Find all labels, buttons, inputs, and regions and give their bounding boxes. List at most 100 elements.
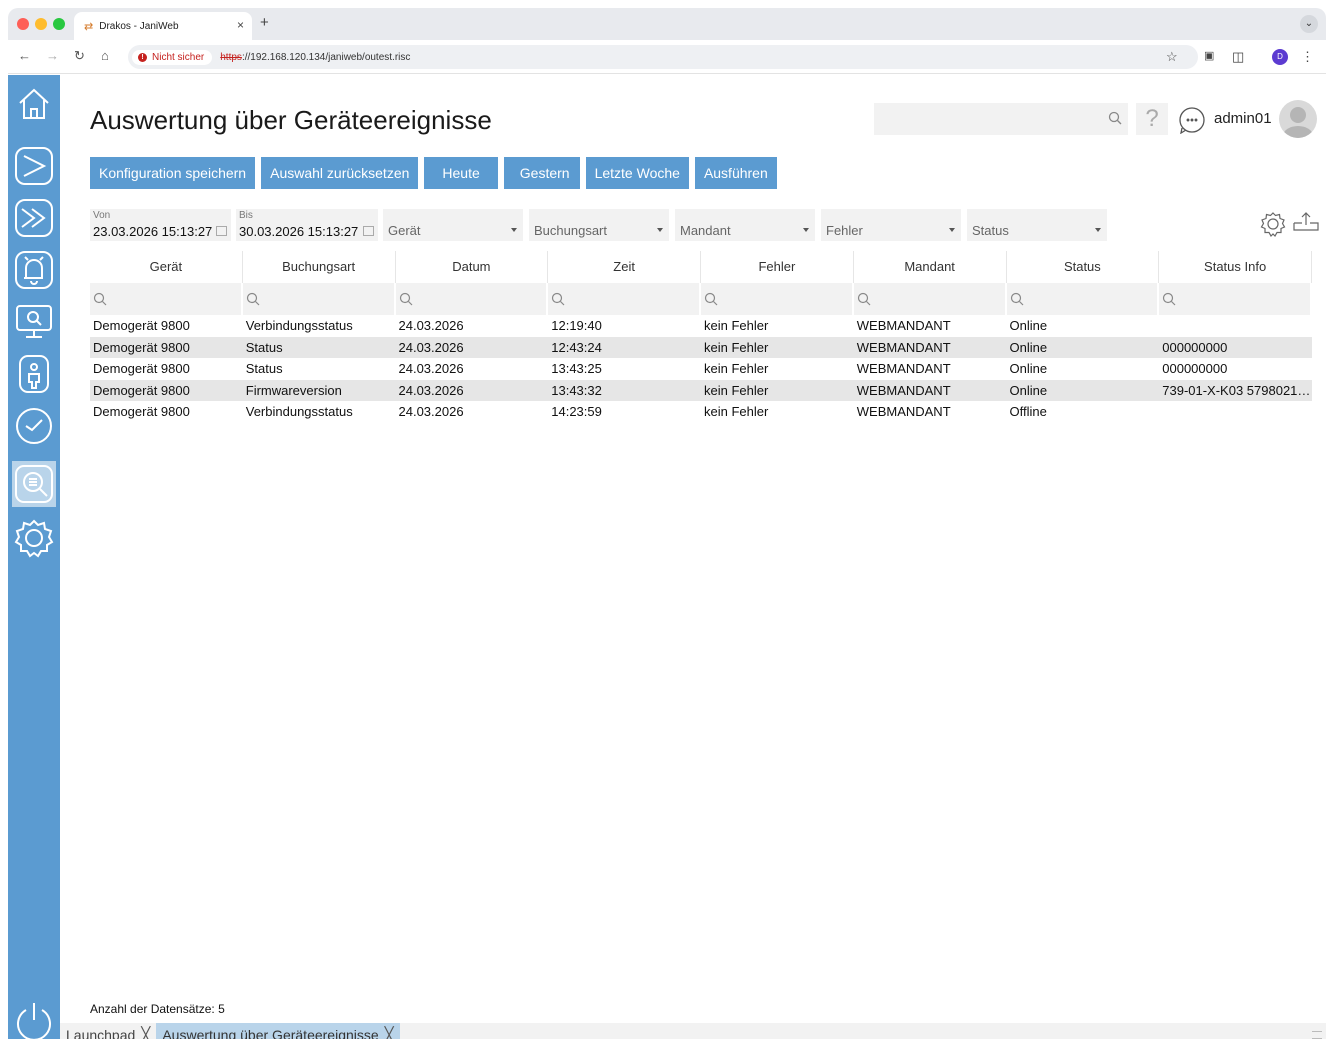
table-cell: kein Fehler xyxy=(704,361,769,377)
extension-icon[interactable]: ▣ xyxy=(1204,49,1214,62)
date-from-value: 23.03.2026 15:13:27 xyxy=(93,224,213,239)
grid-settings-icon[interactable] xyxy=(1260,211,1286,242)
url-scheme: https xyxy=(220,51,242,63)
home-icon[interactable] xyxy=(12,81,56,127)
table-cell: kein Fehler xyxy=(704,339,769,355)
maximize-window-button[interactable] xyxy=(53,18,65,30)
table-cell: 000000000 xyxy=(1162,339,1228,355)
new-tab-icon[interactable]: + xyxy=(260,14,269,31)
column-header-date[interactable]: Datum xyxy=(396,251,549,283)
column-filter-row xyxy=(90,283,1312,315)
chevron-down-icon xyxy=(949,228,955,232)
search-icon xyxy=(1108,111,1122,125)
table-row[interactable]: Demogerät 9800 Firmwareversion 24.03.2026 1… xyxy=(90,379,1312,401)
tab-launchpad-label: Launchpad xyxy=(66,1027,136,1039)
column-filter-input[interactable] xyxy=(90,283,241,315)
bookmark-star-icon[interactable]: ☆ xyxy=(1166,49,1178,65)
column-filter-input[interactable] xyxy=(242,283,394,315)
document-search-icon[interactable] xyxy=(12,461,56,507)
column-header-status[interactable]: Status xyxy=(1007,251,1160,283)
address-bar[interactable]: ! Nicht sicher https://192.168.120.134/j… xyxy=(128,45,1198,69)
profile-avatar[interactable]: D xyxy=(1272,49,1288,65)
calendar-icon[interactable] xyxy=(363,226,374,236)
close-tab-icon[interactable]: × xyxy=(237,18,244,32)
table-cell: 739-01-X-K03 57980210... xyxy=(1162,382,1312,398)
table-cell: WEBMANDANT xyxy=(856,361,951,377)
back-icon[interactable]: ← xyxy=(18,48,31,63)
browser-toolbar: ← → ↻ ⌂ ! Nicht sicher https://192.168.1… xyxy=(8,40,1326,74)
column-filter-input[interactable] xyxy=(395,283,547,315)
execute-button[interactable]: Ausführen xyxy=(694,157,777,189)
table-row[interactable]: Demogerät 9800 Status 24.03.2026 13:43:25 ke… xyxy=(90,358,1312,380)
column-filter-input[interactable] xyxy=(853,283,1005,315)
today-button[interactable]: Heute xyxy=(424,157,498,189)
error-dropdown[interactable]: Fehler xyxy=(821,209,961,241)
date-from-field[interactable]: Von 23.03.2026 15:13:27 xyxy=(90,209,231,241)
yesterday-button[interactable]: Gestern xyxy=(503,157,580,189)
chat-icon[interactable] xyxy=(1178,106,1206,139)
security-indicator[interactable]: ! Nicht sicher xyxy=(132,49,213,65)
puzzle-icon[interactable]: ◫ xyxy=(1232,49,1244,65)
forward-icon[interactable] xyxy=(12,195,56,241)
reset-selection-button[interactable]: Auswahl zurücksetzen xyxy=(261,157,419,189)
table-row[interactable]: Demogerät 9800 Verbindungsstatus 24.03.202… xyxy=(90,315,1312,337)
table-cell: Offline xyxy=(1009,404,1047,420)
tab-launchpad[interactable]: Launchpad ╳ xyxy=(60,1023,156,1039)
global-search-input[interactable] xyxy=(874,103,1128,135)
browser-menu-icon[interactable]: ⋮ xyxy=(1301,49,1314,65)
column-header-device[interactable]: Gerät xyxy=(90,251,243,283)
column-filter-input[interactable] xyxy=(701,283,852,315)
table-cell: Demogerät 9800 xyxy=(93,318,190,334)
column-header-booking-type[interactable]: Buchungsart xyxy=(243,251,396,283)
column-header-client[interactable]: Mandant xyxy=(854,251,1007,283)
table-cell: 13:43:25 xyxy=(551,361,602,377)
minimize-window-button[interactable] xyxy=(35,18,47,30)
table-cell: 000000000 xyxy=(1162,361,1228,377)
column-header-time[interactable]: Zeit xyxy=(548,251,701,283)
power-icon[interactable] xyxy=(12,1000,56,1039)
bell-icon[interactable] xyxy=(12,247,56,293)
table-cell: 24.03.2026 xyxy=(398,382,464,398)
help-icon[interactable]: ? xyxy=(1136,103,1168,135)
last-week-button[interactable]: Letzte Woche xyxy=(585,157,689,189)
settings-icon[interactable] xyxy=(12,515,56,561)
warning-icon: ! xyxy=(138,52,147,62)
chevron-down-icon xyxy=(1095,228,1101,232)
browser-window: ⇄ Drakos - JaniWeb × + ⌄ ← → ↻ ⌂ ! Nicht… xyxy=(8,8,1326,1039)
reload-icon[interactable]: ↻ xyxy=(74,48,85,64)
column-filter-input[interactable] xyxy=(1006,283,1158,315)
username[interactable]: admin01 xyxy=(1214,110,1272,127)
export-icon[interactable] xyxy=(1292,211,1320,238)
save-config-button[interactable]: Konfiguration speichern xyxy=(90,157,256,189)
monitor-search-icon[interactable] xyxy=(12,299,56,345)
resize-grip-icon[interactable] xyxy=(1312,1031,1322,1039)
device-dropdown[interactable]: Gerät xyxy=(383,209,523,241)
close-icon[interactable]: ╳ xyxy=(141,1026,150,1039)
forward-nav-icon[interactable]: → xyxy=(46,48,59,63)
column-filter-input[interactable] xyxy=(1159,283,1310,315)
close-window-button[interactable] xyxy=(17,18,29,30)
status-dropdown[interactable]: Status xyxy=(967,209,1107,241)
table-cell: Demogerät 9800 xyxy=(93,361,190,377)
column-header-error[interactable]: Fehler xyxy=(701,251,854,283)
person-badge-icon[interactable] xyxy=(12,351,56,397)
table-row[interactable]: Demogerät 9800 Verbindungsstatus 24.03.202… xyxy=(90,401,1312,423)
clock-icon[interactable] xyxy=(12,403,56,449)
calendar-icon[interactable] xyxy=(216,226,227,236)
date-to-field[interactable]: Bis 30.03.2026 15:13:27 xyxy=(236,209,378,241)
home-nav-icon[interactable]: ⌂ xyxy=(101,48,109,63)
browser-tab[interactable]: ⇄ Drakos - JaniWeb × xyxy=(74,12,252,40)
tab-device-events[interactable]: Auswertung über Geräteereignisse ╳ xyxy=(156,1023,400,1039)
client-dropdown[interactable]: Mandant xyxy=(675,209,815,241)
column-filter-input[interactable] xyxy=(548,283,699,315)
booking-type-dropdown[interactable]: Buchungsart xyxy=(529,209,669,241)
tab-search-icon[interactable]: ⌄ xyxy=(1300,15,1318,33)
chevron-down-icon xyxy=(511,228,517,232)
avatar[interactable] xyxy=(1279,100,1317,138)
chevron-down-icon xyxy=(803,228,809,232)
column-header-status-info[interactable]: Status Info xyxy=(1159,251,1312,283)
send-icon[interactable] xyxy=(12,143,56,189)
close-icon[interactable]: ╳ xyxy=(385,1026,394,1039)
table-row[interactable]: Demogerät 9800 Status 24.03.2026 12:43:24 ke… xyxy=(90,336,1312,358)
page-title: Auswertung über Geräteereignisse xyxy=(90,105,492,135)
